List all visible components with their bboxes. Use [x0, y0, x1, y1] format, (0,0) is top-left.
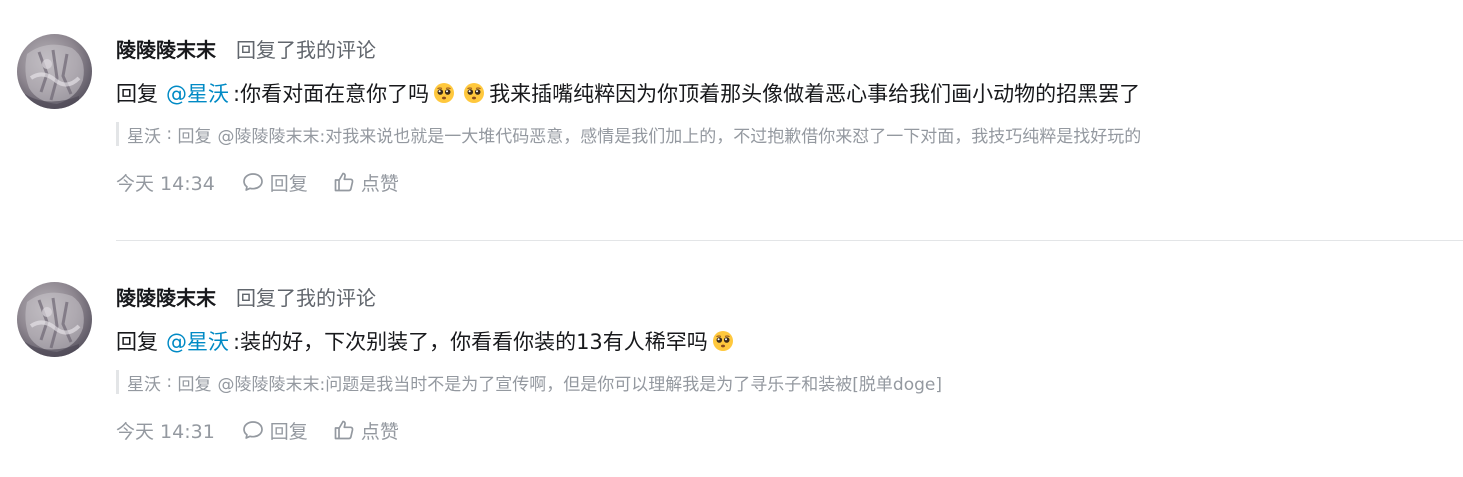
divider: [116, 240, 1463, 241]
thumbs-up-icon: [334, 420, 354, 440]
quote-author: 星沃: [127, 126, 161, 147]
avatar-image: [25, 292, 84, 357]
reply-button[interactable]: 回复: [241, 169, 308, 196]
reply-text-before-emoji: :装的好，下次别装了，你看看你装的13有人稀罕吗: [233, 330, 708, 354]
reply-content: 回复 @星沃 :你看对面在意你了吗 我来插嘴纯粹因为你顶着那头像做着恶心事给我们…: [116, 78, 1140, 108]
user-name[interactable]: 陵陵陵末末: [116, 34, 216, 63]
speech-bubble-icon: [242, 173, 263, 191]
reply-button-label: 回复: [269, 172, 308, 195]
quote-author: 星沃: [127, 374, 161, 395]
reply-button[interactable]: 回复: [241, 417, 308, 444]
pleading-face-emoji: [433, 82, 455, 104]
quote-text: :对我来说也就是一大堆代码恶意，感情是我们加上的，不过抱歉借你来怼了一下对面，我…: [319, 126, 1142, 147]
quote-mention: @陵陵陵末末: [217, 374, 320, 395]
mention-link[interactable]: @星沃: [166, 326, 229, 356]
avatar[interactable]: [17, 34, 92, 109]
reply-content: 回复 @星沃 :装的好，下次别装了，你看看你装的13有人稀罕吗: [116, 326, 738, 356]
quoted-original-comment[interactable]: 星沃 : 回复 @陵陵陵末末 :对我来说也就是一大堆代码恶意，感情是我们加上的，…: [116, 122, 1142, 147]
timestamp: 今天 14:34: [116, 172, 215, 195]
action-text: 回复了我的评论: [236, 285, 376, 310]
reply-button-label: 回复: [269, 420, 308, 443]
avatar-image: [25, 44, 84, 109]
quote-mention: @陵陵陵末末: [217, 126, 320, 147]
comment-header: 陵陵陵末末 回复了我的评论: [116, 282, 376, 310]
reply-prefix: 回复: [116, 82, 158, 106]
quote-reply-word: 回复: [177, 126, 212, 147]
quoted-original-comment[interactable]: 星沃 : 回复 @陵陵陵末末 :问题是我当时不是为了宣传啊，但是你可以理解我是为…: [116, 370, 942, 395]
avatar[interactable]: [17, 282, 92, 357]
comment-meta: 今天 14:34 回复 点赞: [116, 168, 399, 196]
timestamp: 今天 14:31: [116, 420, 215, 443]
pleading-face-emoji: [463, 82, 485, 104]
pleading-face-emoji: [712, 330, 734, 352]
like-button[interactable]: 点赞: [332, 417, 399, 444]
comment-header: 陵陵陵末末 回复了我的评论: [116, 34, 376, 62]
reply-prefix: 回复: [116, 330, 158, 354]
like-button-label: 点赞: [360, 420, 399, 443]
reply-text-before-emoji: :你看对面在意你了吗: [233, 82, 430, 106]
reply-text-after-emoji: 我来插嘴纯粹因为你顶着那头像做着恶心事给我们画小动物的招黑罢了: [489, 82, 1141, 106]
like-button[interactable]: 点赞: [332, 169, 399, 196]
thumbs-up-icon: [334, 172, 354, 192]
like-button-label: 点赞: [360, 172, 399, 195]
speech-bubble-icon: [242, 421, 263, 439]
action-text: 回复了我的评论: [236, 37, 376, 62]
mention-link[interactable]: @星沃: [166, 78, 229, 108]
user-name[interactable]: 陵陵陵末末: [116, 282, 216, 311]
comment-meta: 今天 14:31 回复 点赞: [116, 416, 399, 444]
quote-separator: :: [161, 124, 178, 144]
quote-text: :问题是我当时不是为了宣传啊，但是你可以理解我是为了寻乐子和装被[脱单doge]: [319, 374, 942, 395]
quote-separator: :: [161, 372, 178, 392]
quote-reply-word: 回复: [177, 374, 212, 395]
